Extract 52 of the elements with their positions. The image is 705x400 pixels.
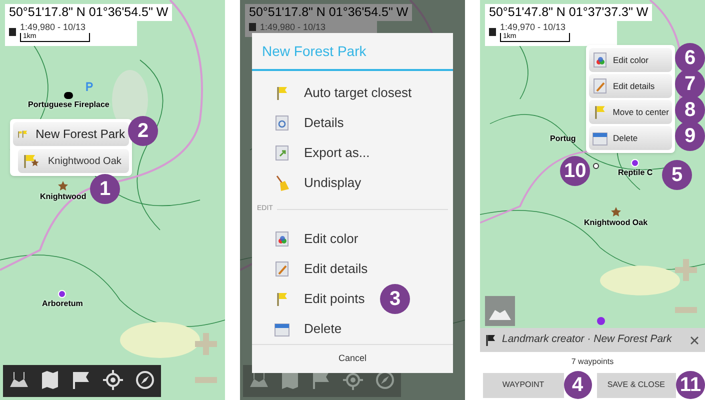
- menu-item[interactable]: Details: [252, 108, 453, 138]
- calendar-icon: [274, 320, 290, 337]
- compass-icon[interactable]: [135, 370, 155, 390]
- flag-star-icon: [22, 153, 40, 169]
- popup-item[interactable]: Move to center: [589, 100, 672, 124]
- place-label: Arboretum: [42, 298, 83, 310]
- number-badge: 11: [676, 371, 705, 399]
- flag-icon: [486, 334, 496, 346]
- place-label: Portug: [550, 133, 576, 145]
- color-palette-icon: [274, 230, 290, 247]
- creator-title: Landmark creator · New Forest Park: [502, 332, 673, 348]
- broom-icon: [274, 175, 290, 192]
- menu-item[interactable]: Delete: [252, 314, 453, 344]
- place-label: Portuguese Fireplace: [28, 99, 110, 111]
- close-icon[interactable]: [690, 336, 699, 344]
- coordinates-label: 50°51'47.8" N 01°37'37.3" W: [485, 4, 652, 21]
- popup-item[interactable]: Knightwood Oak: [18, 149, 129, 173]
- menu-item[interactable]: Edit details: [252, 254, 453, 284]
- coordinates-label: 50°51'17.8" N 01°36'54.5" W: [5, 4, 172, 21]
- parking-icon: [86, 82, 93, 91]
- color-palette-icon: [592, 52, 608, 68]
- action-button[interactable]: SAVE & CLOSE: [596, 372, 676, 398]
- cancel-button[interactable]: Cancel: [252, 344, 453, 373]
- popup-item[interactable]: Edit color: [589, 48, 672, 72]
- menu-item[interactable]: Edit color: [252, 224, 453, 254]
- popup-item[interactable]: Edit details: [589, 74, 672, 98]
- place-label: Reptile C: [618, 167, 653, 179]
- number-badge: 3: [380, 284, 410, 314]
- scale-label: 1:49,980 - 10/13: [20, 21, 87, 32]
- flag-icon[interactable]: [71, 370, 91, 390]
- menu-item[interactable]: Export as...: [252, 138, 453, 168]
- number-badge: 4: [564, 371, 592, 399]
- action-button[interactable]: WAYPOINT: [483, 372, 564, 398]
- waypoint-count: 7 waypoints: [570, 356, 615, 368]
- calendar-icon: [592, 130, 608, 146]
- document-export-icon: [274, 145, 290, 162]
- popup-item[interactable]: Delete: [589, 126, 672, 150]
- star-icon: [58, 181, 68, 191]
- place-label: Knightwood: [40, 191, 86, 203]
- menu-item[interactable]: Auto target closest: [252, 78, 453, 108]
- scale-label: 1:49,980 - 10/13: [260, 21, 326, 33]
- pencil-icon: [274, 260, 290, 277]
- document-search-icon: [274, 115, 290, 132]
- scale-label: 1:49,970 - 10/13: [500, 21, 567, 32]
- star-icon: [610, 207, 621, 217]
- pencil-icon: [592, 78, 608, 94]
- popup-item[interactable]: New Forest Park: [13, 122, 129, 146]
- coordinates-label: 50°51'17.8" N 01°36'54.5" W: [245, 4, 412, 21]
- locate-icon[interactable]: [103, 370, 123, 390]
- dialog-title: New Forest Park: [252, 33, 453, 72]
- menu-item[interactable]: Undisplay: [252, 168, 453, 198]
- place-label: Knightwood Oak: [584, 217, 648, 229]
